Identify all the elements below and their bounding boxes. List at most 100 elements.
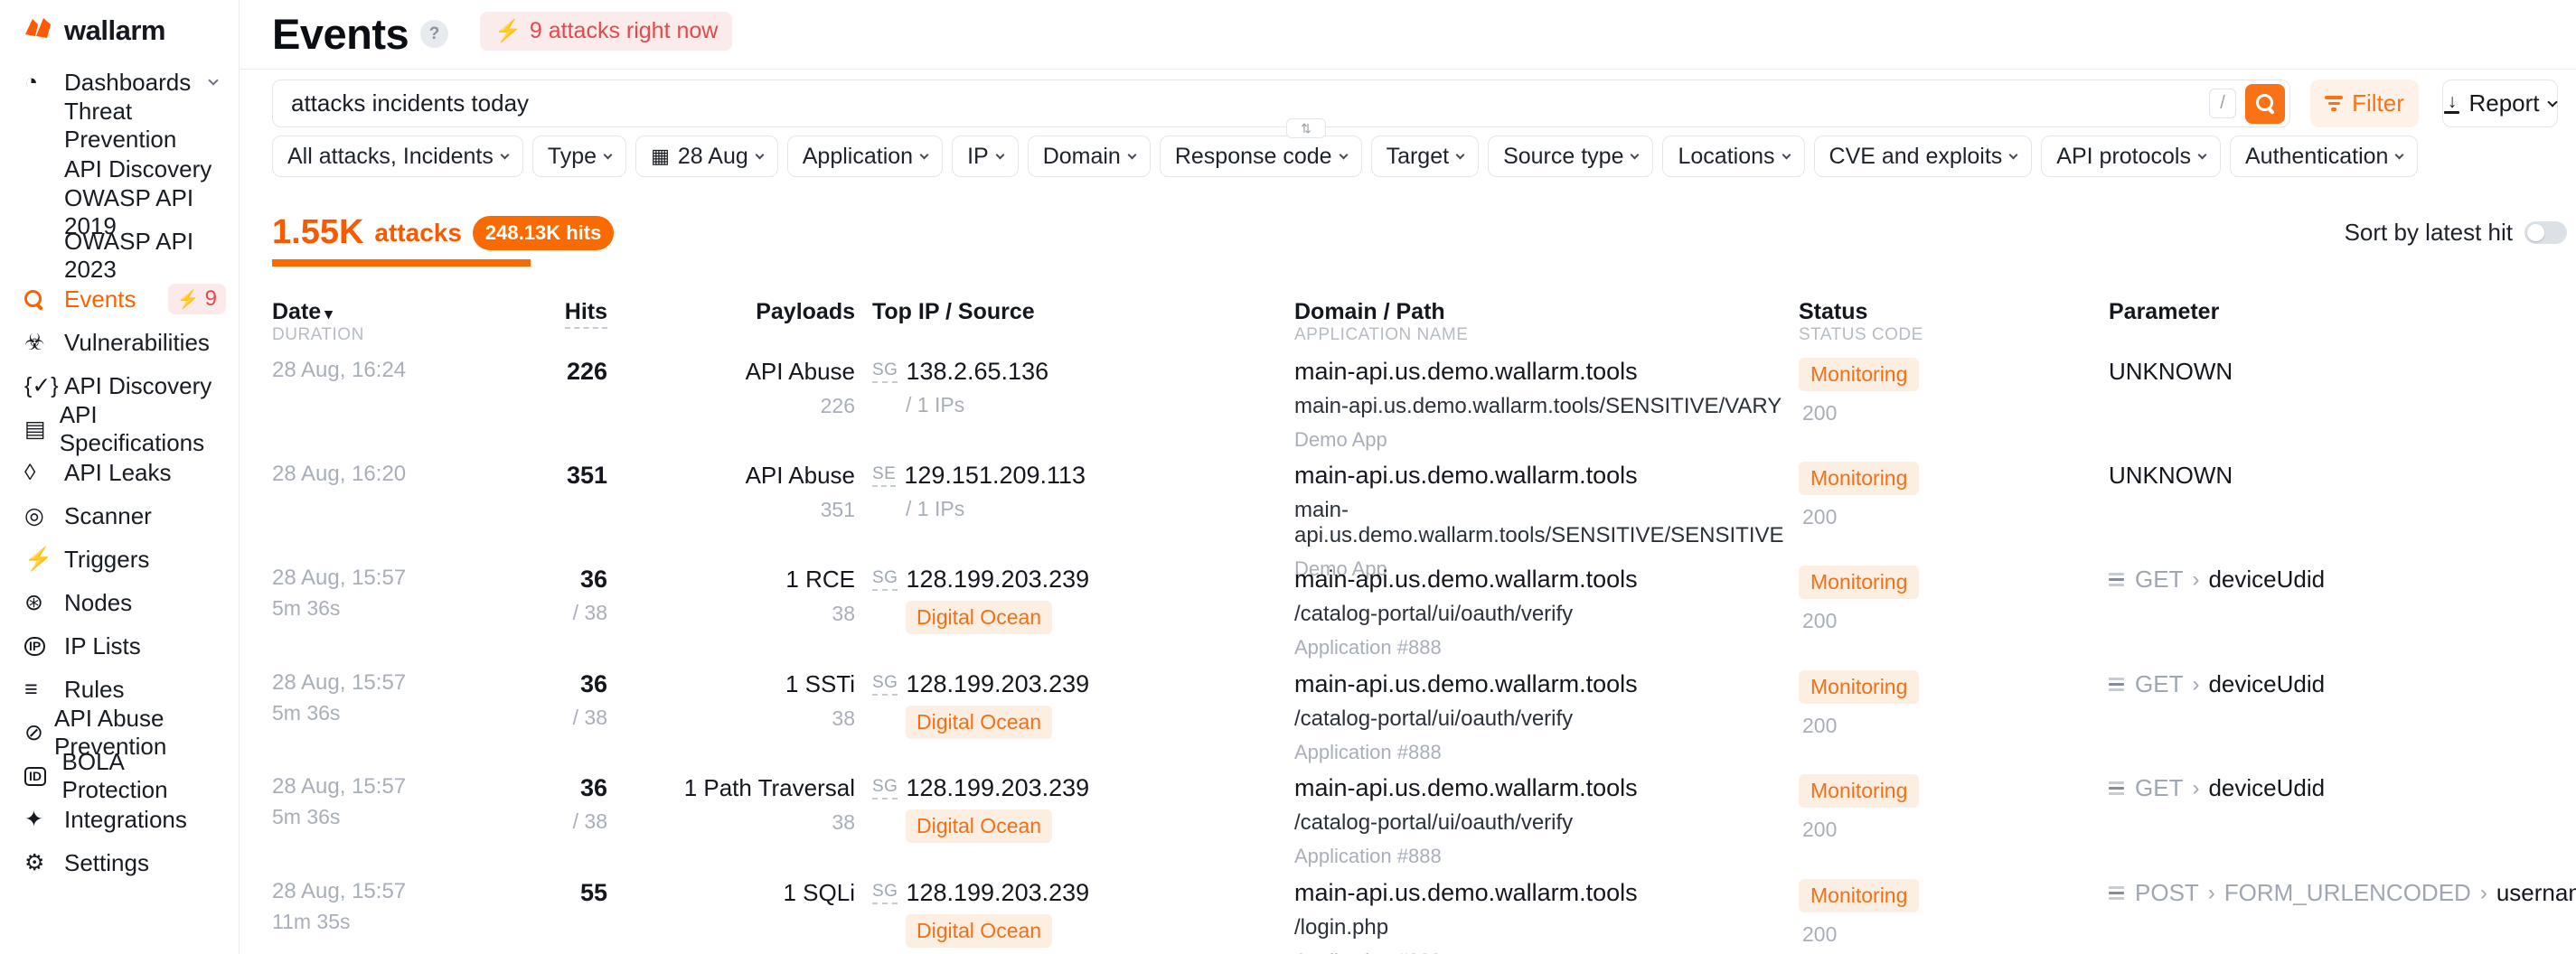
table-row[interactable]: 28 Aug, 15:57 11m 35s 55 1 SQLi SG 128.1…	[272, 879, 2568, 954]
filter-chip-application[interactable]: Application	[787, 136, 943, 177]
chevron-down-icon	[2009, 150, 2018, 159]
filter-icon	[2325, 96, 2343, 111]
search-button[interactable]	[2245, 84, 2285, 124]
parameter-name: deviceUdid	[2208, 774, 2325, 802]
sidebar-item-triggers[interactable]: ⚡ Triggers	[0, 538, 239, 581]
event-domain[interactable]: main-api.us.demo.wallarm.tools	[1294, 879, 1787, 907]
filter-chip-cve-exploits[interactable]: CVE and exploits	[1814, 136, 2033, 177]
filter-chip-source-type[interactable]: Source type	[1488, 136, 1653, 177]
table-row[interactable]: 28 Aug, 15:57 5m 36s 36 / 38 1 Path Trav…	[272, 774, 2568, 875]
filter-chip-response-code[interactable]: Response code	[1160, 136, 1362, 177]
table-row[interactable]: 28 Aug, 15:57 5m 36s 36 / 38 1 SSTi 38 S…	[272, 670, 2568, 772]
status-code: 200	[1799, 818, 2070, 842]
source-ip[interactable]: 129.151.209.113	[904, 462, 1086, 490]
payload-count: 38	[629, 706, 855, 731]
status-badge: Monitoring	[1799, 566, 1919, 599]
country-code[interactable]: SG	[872, 568, 898, 591]
column-header-date[interactable]: Date▾	[272, 299, 333, 325]
country-code[interactable]: SG	[872, 882, 898, 904]
country-code[interactable]: SG	[872, 673, 898, 696]
hits-count: 36	[427, 774, 607, 802]
sidebar-item-settings[interactable]: ⚙ Settings	[0, 841, 239, 884]
attacks-now-badge[interactable]: ⚡ 9 attacks right now	[480, 12, 732, 51]
table-header: Date▾ DURATION Hits Payloads Top IP / So…	[272, 299, 2568, 344]
hits-count: 351	[427, 462, 607, 490]
sort-toggle[interactable]	[2524, 221, 2567, 244]
filter-chip-domain[interactable]: Domain	[1028, 136, 1151, 177]
sidebar-item-vulnerabilities[interactable]: ☣ Vulnerabilities	[0, 321, 239, 364]
sidebar: wallarm ◔ Dashboards Threat Prevention A…	[0, 0, 240, 954]
filter-chip-ip[interactable]: IP	[952, 136, 1019, 177]
sidebar-item-owasp-api-2023[interactable]: OWASP API 2023	[0, 234, 239, 277]
sidebar-item-events[interactable]: Events ⚡ 9	[0, 277, 239, 321]
filter-chip-target[interactable]: Target	[1371, 136, 1479, 177]
http-method: POST	[2135, 879, 2199, 907]
event-domain[interactable]: main-api.us.demo.wallarm.tools	[1294, 670, 1787, 698]
country-code[interactable]: SG	[872, 360, 898, 383]
sidebar-item-nodes[interactable]: ⊛ Nodes	[0, 581, 239, 624]
source-ip[interactable]: 128.199.203.239	[906, 774, 1089, 802]
hits-count: 226	[427, 358, 607, 386]
payload-type: API Abuse	[629, 462, 855, 490]
payload-type: 1 SSTi	[629, 670, 855, 698]
event-domain[interactable]: main-api.us.demo.wallarm.tools	[1294, 774, 1787, 802]
payload-type: 1 Path Traversal	[629, 774, 855, 802]
column-subheader-status-code: STATUS CODE	[1799, 325, 1923, 345]
sidebar-item-ip-lists[interactable]: IP IP Lists	[0, 624, 239, 668]
search-bar[interactable]: attacks incidents today /	[272, 80, 2290, 127]
source-ip[interactable]: 128.199.203.239	[906, 879, 1089, 907]
source-ip[interactable]: 128.199.203.239	[906, 670, 1089, 698]
country-code[interactable]: SE	[872, 464, 896, 487]
sidebar-item-scanner[interactable]: ◎ Scanner	[0, 494, 239, 538]
payload-type: API Abuse	[629, 358, 855, 386]
country-code[interactable]: SG	[872, 777, 898, 800]
sort-label: Sort by latest hit	[2345, 219, 2513, 247]
event-path: main-api.us.demo.wallarm.tools/SENSITIVE…	[1294, 394, 1787, 419]
report-button[interactable]: ↓ Report	[2442, 80, 2558, 127]
filter-button[interactable]: Filter	[2310, 80, 2419, 127]
event-domain[interactable]: main-api.us.demo.wallarm.tools	[1294, 358, 1787, 386]
application-name: Application #888	[1294, 636, 1787, 659]
event-date: 28 Aug, 16:20	[272, 462, 426, 487]
help-icon[interactable]: ?	[420, 20, 448, 48]
search-input[interactable]: attacks incidents today	[291, 89, 2209, 117]
param-separator: ›	[2192, 672, 2199, 697]
events-page: { "brand": { "logo_text": "wallarm" }, "…	[0, 0, 2576, 954]
filter-chip-mode[interactable]: All attacks, Incidents	[272, 136, 523, 177]
column-header-hits[interactable]: Hits	[427, 299, 607, 325]
chevron-down-icon	[500, 150, 509, 159]
table-row[interactable]: 28 Aug, 16:20 351 API Abuse 351 SE 129.1…	[272, 462, 2568, 563]
sidebar-item-bola-protection[interactable]: ID BOLA Protection	[0, 754, 239, 798]
filter-chip-api-protocols[interactable]: API protocols	[2041, 136, 2221, 177]
param-location-icon	[2109, 886, 2124, 901]
page-title: Events	[272, 9, 409, 59]
table-row[interactable]: 28 Aug, 15:57 5m 36s 36 / 38 1 RCE 38 SG…	[272, 566, 2568, 667]
filter-chip-date[interactable]: ▦ 28 Aug	[635, 136, 778, 177]
table-row[interactable]: 28 Aug, 16:24 226 API Abuse 226 SG 138.2…	[272, 358, 2568, 459]
event-duration: 5m 36s	[272, 596, 426, 621]
filter-chip-locations[interactable]: Locations	[1662, 136, 1804, 177]
sidebar-item-threat-prevention[interactable]: Threat Prevention	[0, 104, 239, 147]
document-icon: ▤	[24, 416, 60, 443]
parameter-name: deviceUdid	[2208, 670, 2325, 698]
chevron-down-icon	[604, 150, 613, 159]
search-expand-toggle[interactable]: ⇅	[1286, 118, 1326, 138]
filter-chip-authentication[interactable]: Authentication	[2230, 136, 2418, 177]
event-domain[interactable]: main-api.us.demo.wallarm.tools	[1294, 462, 1787, 490]
source-ip[interactable]: 138.2.65.136	[906, 358, 1048, 386]
hits-count: 36	[427, 670, 607, 698]
sidebar-item-integrations[interactable]: ✦ Integrations	[0, 798, 239, 841]
sidebar-item-api-specifications[interactable]: ▤ API Specifications	[0, 407, 239, 451]
event-domain[interactable]: main-api.us.demo.wallarm.tools	[1294, 566, 1787, 594]
filter-chip-type[interactable]: Type	[532, 136, 626, 177]
chevron-down-icon	[1339, 150, 1348, 159]
sidebar-item-api-leaks[interactable]: ◊ API Leaks	[0, 451, 239, 494]
bolt-icon: ⚡	[177, 288, 200, 311]
event-path: /catalog-portal/ui/oauth/verify	[1294, 810, 1787, 836]
slash-shortcut-hint: /	[2209, 89, 2236, 118]
source-ip[interactable]: 128.199.203.239	[906, 566, 1089, 594]
status-badge: Monitoring	[1799, 462, 1919, 495]
wallarm-logo[interactable]: wallarm	[24, 14, 165, 47]
param-separator: ›	[2192, 567, 2199, 593]
sort-desc-icon: ▾	[324, 305, 333, 323]
